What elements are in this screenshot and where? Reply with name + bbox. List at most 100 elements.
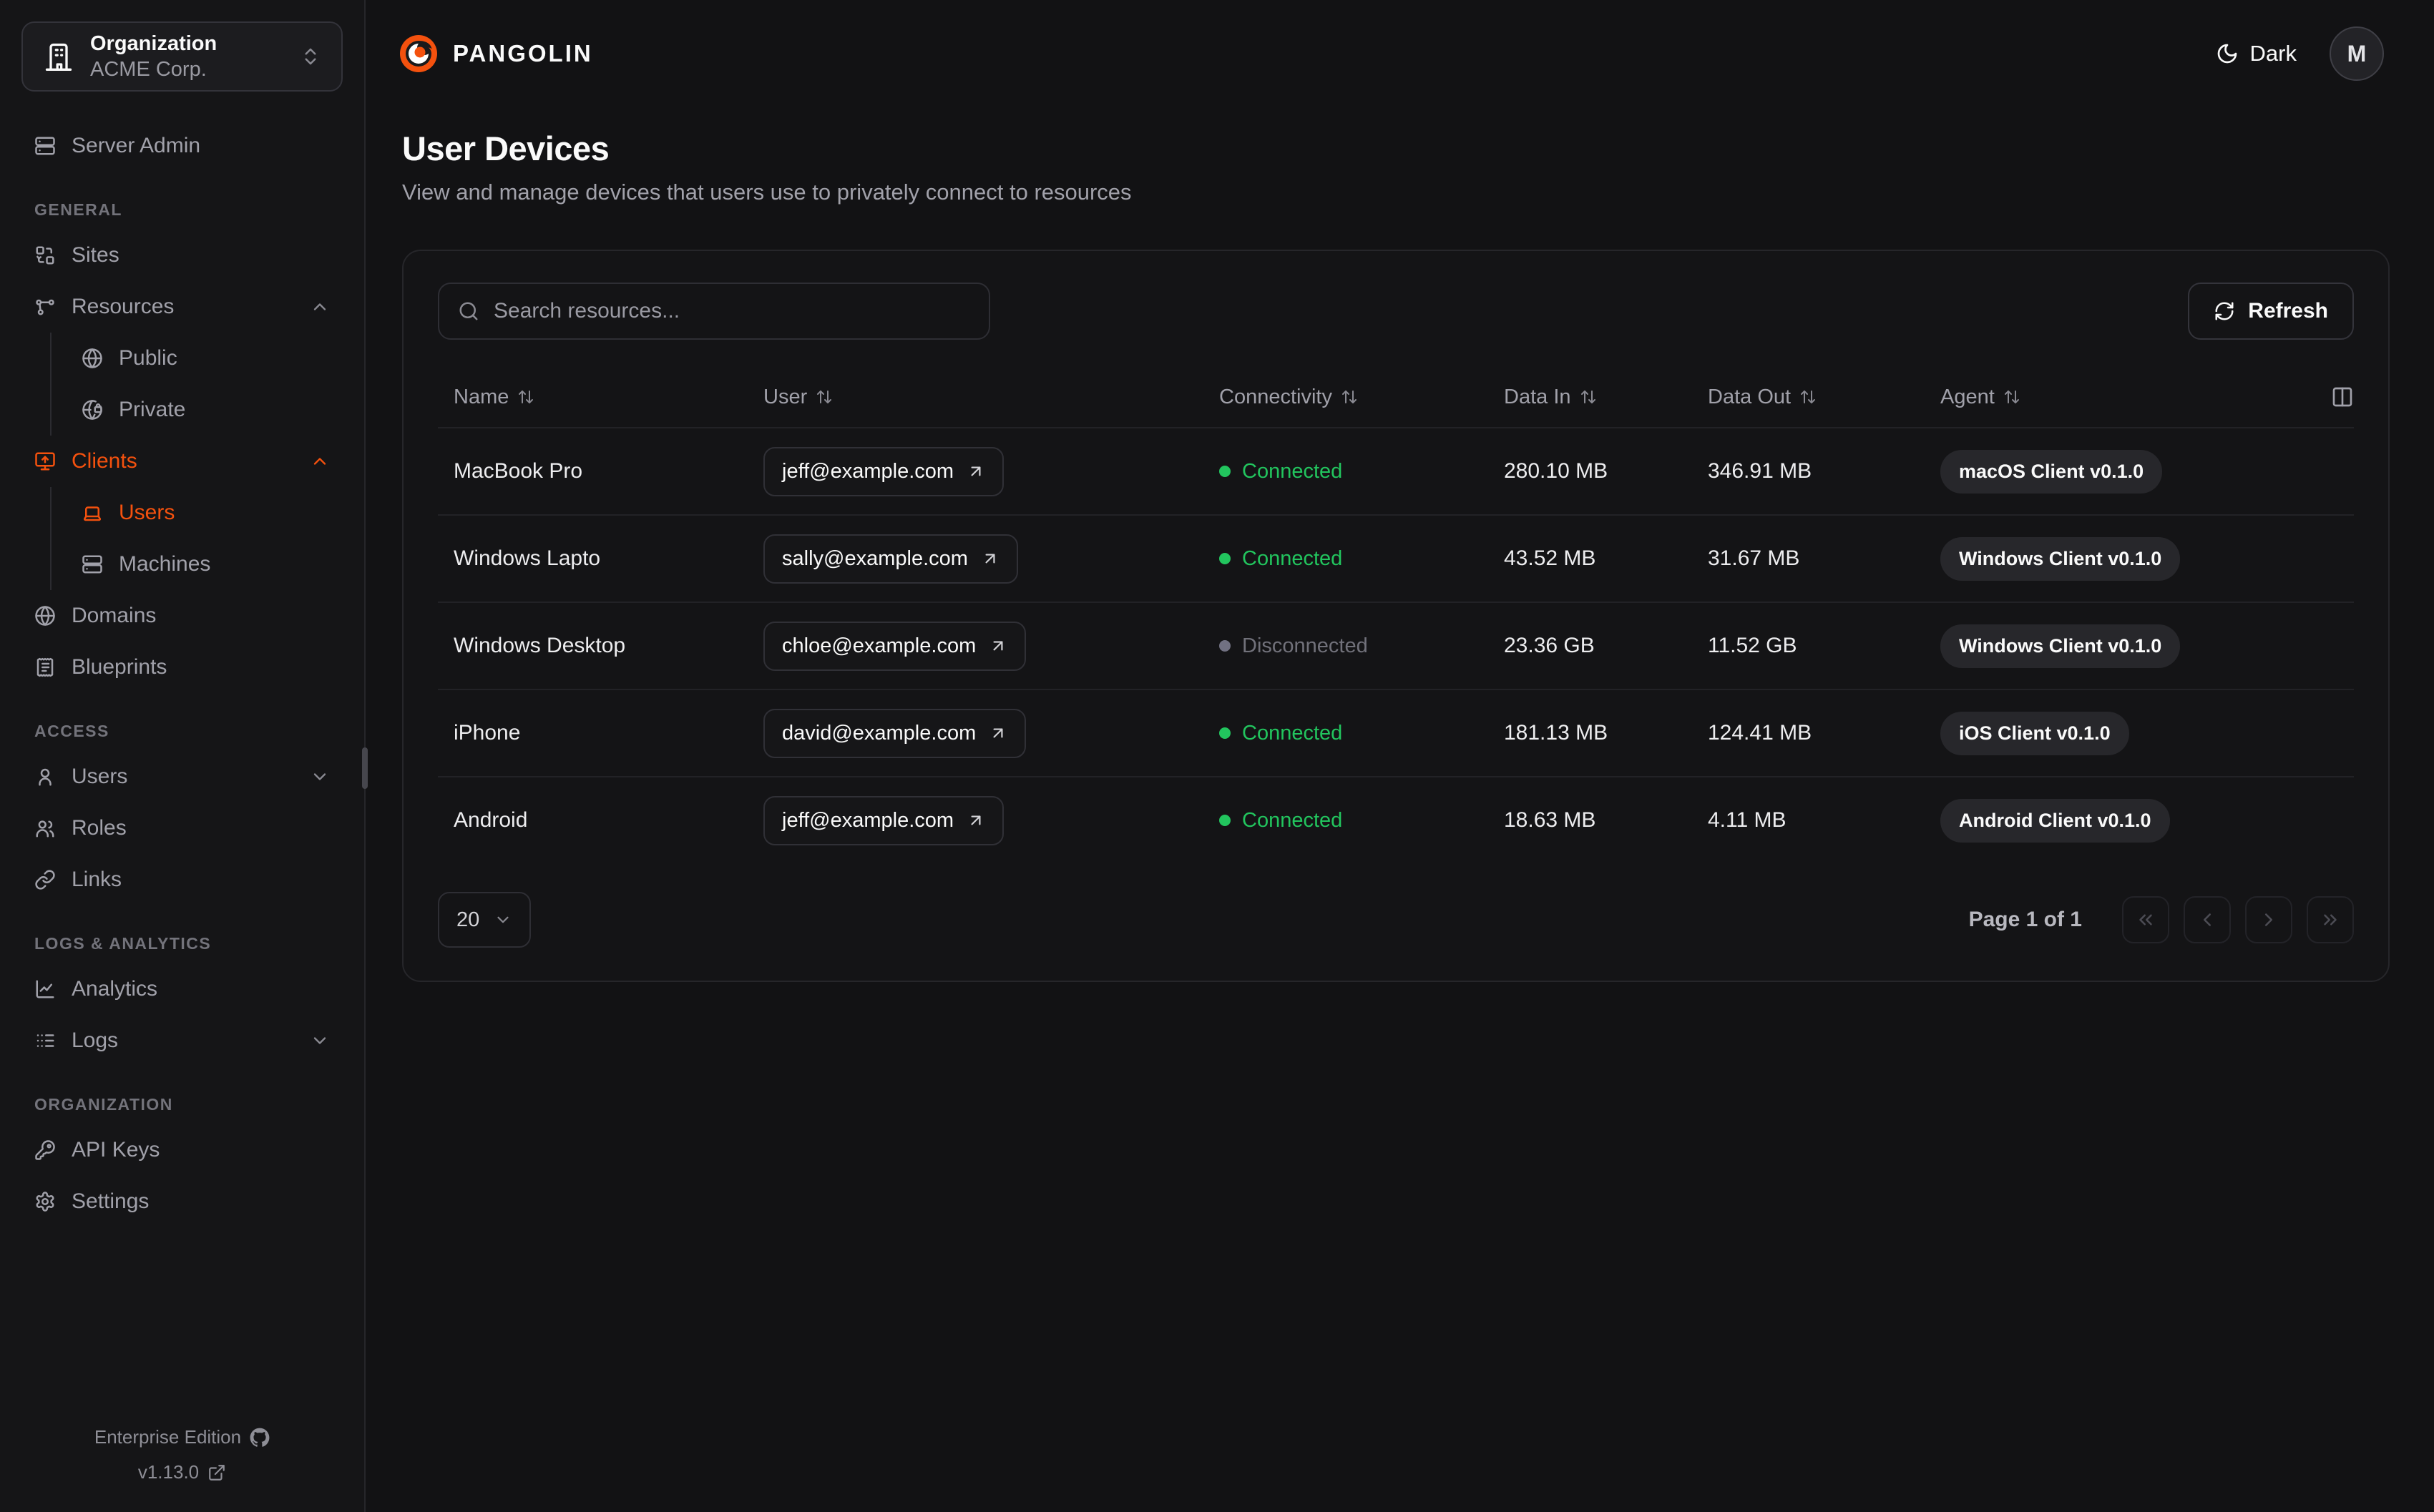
prev-page-button[interactable]: [2184, 896, 2231, 943]
sort-icon: [816, 388, 833, 406]
data-in: 280.10 MB: [1504, 459, 1608, 483]
user-link-chip[interactable]: jeff@example.com: [763, 795, 1005, 845]
connectivity-status: Connected: [1219, 460, 1504, 483]
brand[interactable]: PANGOLIN: [399, 34, 593, 74]
sidebar-item-links[interactable]: Links: [21, 854, 343, 905]
column-header-connectivity[interactable]: Connectivity: [1219, 386, 1504, 409]
sidebar-item-api-keys[interactable]: API Keys: [21, 1124, 343, 1176]
sidebar-item-domains[interactable]: Domains: [21, 590, 343, 642]
data-out: 31.67 MB: [1708, 546, 1800, 570]
resources-icon: [34, 296, 56, 318]
connectivity-status: Connected: [1219, 547, 1504, 571]
sidebar-resize-handle[interactable]: [362, 747, 368, 789]
sidebar-item-client-users[interactable]: Users: [72, 487, 343, 539]
sort-icon: [1341, 388, 1358, 406]
table-row: Windows Desktop chloe@example.com Discon…: [438, 602, 2354, 689]
globe-icon: [82, 348, 103, 369]
machines-icon: [82, 554, 103, 575]
sidebar-item-logs[interactable]: Logs: [21, 1015, 343, 1066]
agent-badge: iOS Client v0.1.0: [1940, 711, 2129, 755]
chevron-down-icon: [310, 767, 330, 787]
org-selector[interactable]: Organization ACME Corp.: [21, 21, 343, 92]
device-name: iPhone: [454, 721, 521, 745]
column-header-agent[interactable]: Agent: [1940, 386, 2297, 409]
agent-badge: macOS Client v0.1.0: [1940, 449, 2163, 494]
columns-icon: [2331, 386, 2354, 408]
arrow-up-right-icon: [967, 811, 985, 830]
search-box: [438, 283, 990, 340]
sidebar-item-sites[interactable]: Sites: [21, 230, 343, 281]
chevron-down-icon: [494, 910, 512, 929]
data-in: 18.63 MB: [1504, 808, 1596, 832]
last-page-button[interactable]: [2307, 896, 2354, 943]
laptop-icon: [82, 502, 103, 524]
status-dot: [1219, 727, 1231, 739]
user-link-chip[interactable]: jeff@example.com: [763, 446, 1005, 496]
page-size-select[interactable]: 20: [438, 892, 532, 948]
sidebar-nav: Server Admin GENERAL Sites Resources Pub…: [0, 113, 364, 1395]
agent-badge: Windows Client v0.1.0: [1940, 624, 2181, 668]
column-header-user[interactable]: User: [763, 386, 1219, 409]
devices-card: Refresh Name User Connectivity Data In: [402, 250, 2390, 982]
user-link-chip[interactable]: sally@example.com: [763, 534, 1018, 584]
refresh-button[interactable]: Refresh: [2188, 283, 2354, 340]
chevrons-up-down-icon: [300, 46, 321, 67]
column-visibility-button[interactable]: [2297, 386, 2354, 408]
logs-icon: [34, 1030, 56, 1051]
section-title-general: GENERAL: [34, 200, 122, 219]
devices-table: Name User Connectivity Data In Data Out: [438, 367, 2354, 863]
device-name: Windows Desktop: [454, 634, 626, 657]
refresh-icon: [2214, 300, 2235, 322]
sort-icon: [1799, 388, 1817, 406]
github-icon: [250, 1428, 270, 1448]
data-out: 124.41 MB: [1708, 721, 1812, 745]
theme-toggle[interactable]: Dark: [2216, 41, 2297, 67]
column-header-data-in[interactable]: Data In: [1504, 386, 1708, 409]
sidebar-item-users[interactable]: Users: [21, 751, 343, 802]
status-dot: [1219, 466, 1231, 477]
sidebar-item-roles[interactable]: Roles: [21, 802, 343, 854]
first-page-button[interactable]: [2122, 896, 2169, 943]
connectivity-status: Disconnected: [1219, 634, 1504, 658]
sites-icon: [34, 245, 56, 266]
topbar: PANGOLIN Dark M: [366, 0, 2434, 107]
monitor-up-icon: [34, 451, 56, 472]
page-head: User Devices View and manage devices tha…: [366, 107, 2434, 205]
sidebar-item-resources[interactable]: Resources: [21, 281, 343, 333]
avatar[interactable]: M: [2330, 26, 2384, 81]
org-label: Organization: [90, 31, 218, 55]
column-header-data-out[interactable]: Data Out: [1708, 386, 1940, 409]
search-icon: [458, 300, 479, 322]
data-out: 11.52 GB: [1708, 634, 1797, 657]
arrow-up-right-icon: [989, 637, 1007, 655]
sidebar-item-server-admin[interactable]: Server Admin: [21, 120, 343, 172]
version-link[interactable]: v1.13.0: [0, 1461, 364, 1483]
search-input[interactable]: [494, 299, 970, 323]
sidebar-item-clients[interactable]: Clients: [21, 436, 343, 487]
edition-link[interactable]: Enterprise Edition: [0, 1426, 364, 1448]
sidebar-item-public[interactable]: Public: [72, 333, 343, 384]
sidebar-item-private[interactable]: Private: [72, 384, 343, 436]
link-icon: [34, 869, 56, 890]
column-header-name[interactable]: Name: [454, 386, 763, 409]
connectivity-status: Connected: [1219, 722, 1504, 745]
sidebar-item-settings[interactable]: Settings: [21, 1176, 343, 1227]
org-value: ACME Corp.: [90, 58, 207, 81]
sidebar-item-machines[interactable]: Machines: [72, 539, 343, 590]
status-dot: [1219, 640, 1231, 652]
sort-icon: [2003, 388, 2020, 406]
sidebar-item-blueprints[interactable]: Blueprints: [21, 642, 343, 693]
sort-icon: [1580, 388, 1597, 406]
device-name: Windows Lapto: [454, 546, 601, 570]
user-link-chip[interactable]: david@example.com: [763, 708, 1027, 758]
gear-icon: [34, 1191, 56, 1212]
section-title-organization: ORGANIZATION: [34, 1095, 173, 1114]
next-page-button[interactable]: [2245, 896, 2292, 943]
user-link-chip[interactable]: chloe@example.com: [763, 621, 1027, 671]
connectivity-status: Connected: [1219, 809, 1504, 833]
chevron-up-icon: [310, 451, 330, 471]
table-header-row: Name User Connectivity Data In Data Out: [438, 367, 2354, 427]
sidebar-item-analytics[interactable]: Analytics: [21, 963, 343, 1015]
arrow-up-right-icon: [967, 462, 985, 481]
brand-name: PANGOLIN: [453, 40, 593, 67]
